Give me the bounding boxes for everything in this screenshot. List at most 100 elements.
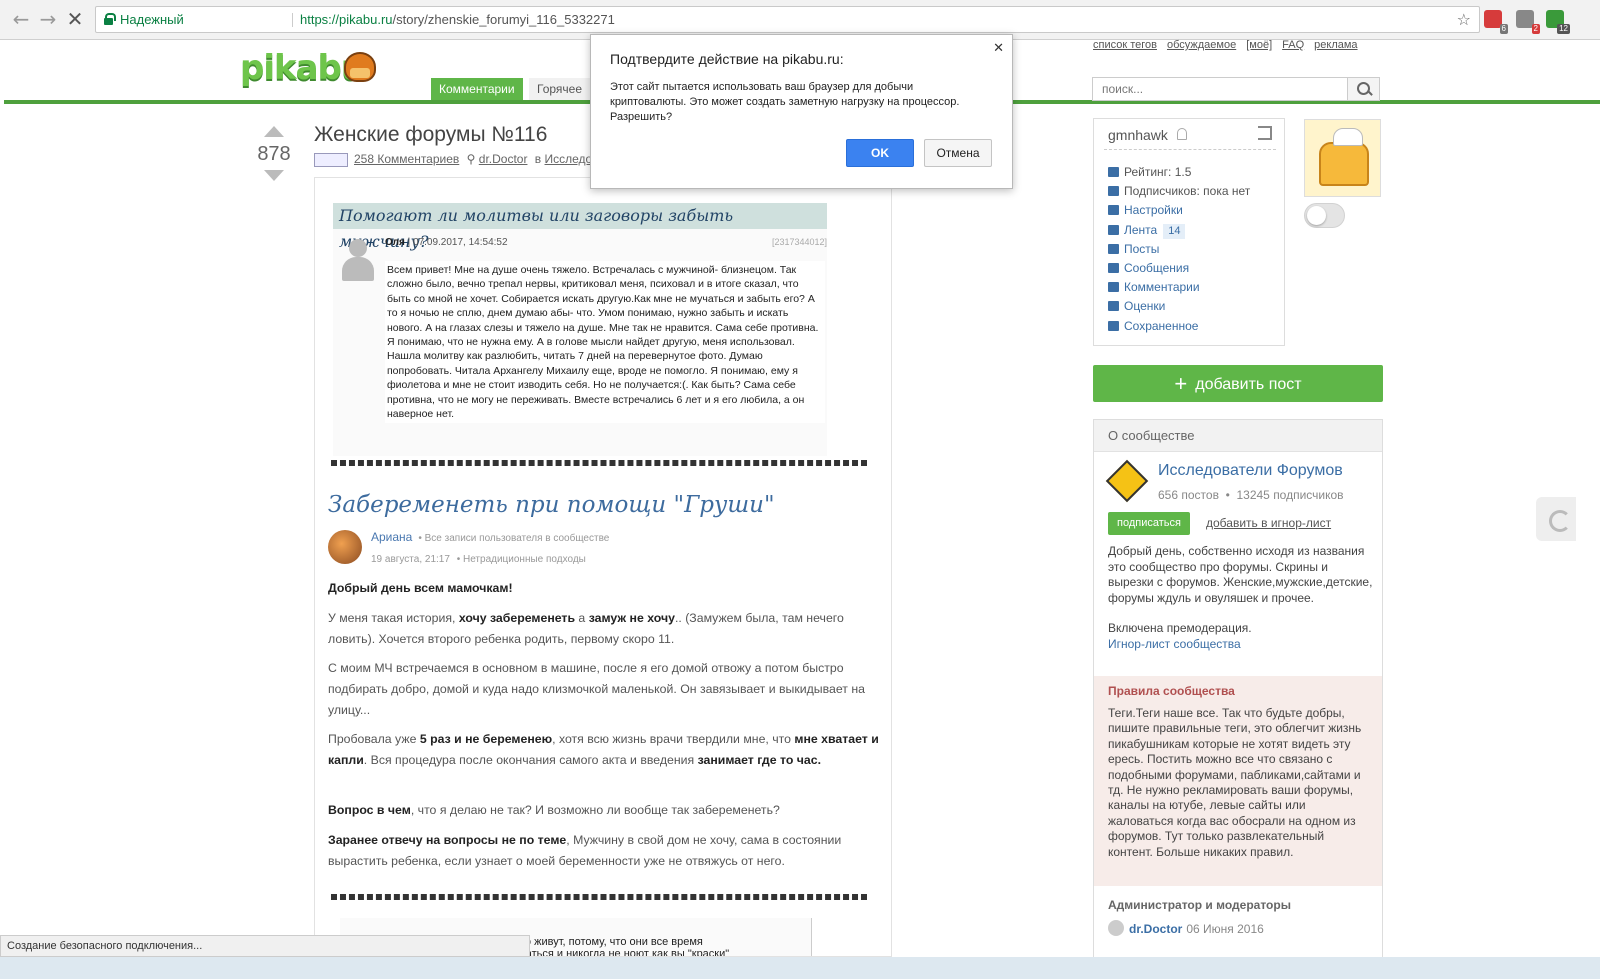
user-menu-rating: Рейтинг: 1.5 [1108,163,1250,182]
extension-badge: 12 [1557,24,1570,34]
tab-comments[interactable]: Комментарии [431,78,523,100]
community-description: Добрый день, собственно исходя из назван… [1108,544,1374,653]
feed-icon [1108,224,1119,235]
forum-text-line: ваться и никогда не ноют как вы "краски" [520,948,730,957]
forward-icon[interactable]: → [37,8,59,30]
warning-sign-icon [1105,459,1149,503]
divider [1104,149,1276,150]
divider [331,460,867,466]
forum-post-id: [2317344012] [771,237,827,247]
story-body: Помогают ли молитвы или заговоры забыть … [314,177,892,957]
avatar-placeholder-icon [339,237,377,285]
url-text: https://pikabu.ru/story/zhenskie_forumyi… [300,12,615,27]
theme-toggle[interactable] [1304,203,1345,228]
community-panel: О сообществе Исследователи Форумов 656 п… [1093,419,1383,959]
rules-text: Теги.Теги наше все. Так что будьте добры… [1108,706,1362,859]
user-icon: ⚲ [466,152,476,166]
forum-date: 19 августа, 21:17 • Нетрадиционные подхо… [371,554,586,565]
logout-icon[interactable] [1258,126,1272,140]
plus-icon: + [1174,371,1188,396]
separator [292,13,293,27]
paragraph: С моим МЧ встречаемся в основном в машин… [328,661,865,717]
user-menu-posts[interactable]: Посты [1108,240,1250,259]
cancel-button[interactable]: Отмена [924,139,992,167]
ok-button[interactable]: OK [846,139,914,167]
divider [331,894,867,900]
moderator-link[interactable]: dr.Doctor [1129,922,1182,936]
forum-author: Ариана • Все записи пользователя в сообще… [371,530,610,544]
forum-post-text: Всем привет! Мне на душе очень тяжело. В… [385,261,825,424]
community-name[interactable]: Исследователи Форумов [1158,462,1343,480]
link-ads[interactable]: реклама [1314,39,1357,51]
extension-icon[interactable]: 12 [1546,10,1570,34]
extension-icon[interactable]: 2 [1516,10,1540,34]
top-links: список тегов обсуждаемое [моё] FAQ реклама [1093,39,1368,51]
forum-screenshot-2: Забеременеть при помощи "Груши" Ариана • … [315,486,891,886]
ignore-list-link[interactable]: Игнор-лист сообщества [1108,637,1374,653]
user-panel: gmnhawk Рейтинг: 1.5 Подписчиков: пока н… [1093,118,1285,346]
adblock-extension-icon[interactable]: 6 [1484,10,1508,34]
forum-text-line: то живут, потому, что они все время [520,936,703,948]
secure-label: Надежный [120,12,184,27]
bell-icon[interactable] [1177,128,1187,140]
pikabu-logo[interactable]: pikabu [240,48,376,88]
subscribe-button[interactable]: подписаться [1108,512,1190,535]
address-bar[interactable]: Надежный https://pikabu.ru/story/zhenski… [95,6,1480,33]
close-icon[interactable]: ✕ [993,41,1004,56]
ignore-link[interactable]: добавить в игнор-лист [1206,516,1331,530]
user-menu-feed[interactable]: Лента 14 [1108,221,1250,240]
user-menu-subscribers: Подписчиков: пока нет [1108,182,1250,201]
username[interactable]: gmnhawk [1108,127,1168,143]
in-label: в [534,152,542,166]
user-menu-messages[interactable]: Сообщения [1108,259,1250,278]
lock-icon [104,13,116,25]
upvote-icon[interactable] [264,126,284,137]
rating-value: 878 [257,143,291,165]
moderator-row: dr.Doctor 06 Июня 2016 [1108,920,1264,936]
tab-hot[interactable]: Горячее [529,78,593,100]
triangle-icon [1108,301,1119,312]
avatar [328,530,362,564]
forum-user: Оля | 07.09.2017, 14:54:52 [385,237,508,248]
search-input[interactable]: поиск... [1092,77,1380,101]
rating-block: 878 [254,126,294,181]
comment-icon [1108,282,1119,293]
author-link[interactable]: dr.Doctor [479,152,528,166]
link-discussed[interactable]: обсуждаемое [1167,39,1236,51]
envelope-icon [1108,262,1119,273]
add-post-label: добавить пост [1195,376,1302,393]
add-post-button[interactable]: + добавить пост [1093,365,1383,402]
user-menu-votes[interactable]: Оценки [1108,297,1250,316]
downvote-icon[interactable] [264,170,284,181]
admins-title: Администратор и модераторы [1108,898,1291,912]
user-menu-comments[interactable]: Комментарии [1108,278,1250,297]
stop-icon[interactable]: ✕ [64,8,86,30]
refresh-icon[interactable] [1536,497,1576,541]
community-stats: 656 постов • 13245 подписчиков [1158,488,1344,502]
link-faq[interactable]: FAQ [1282,39,1304,51]
forum-screenshot-1: Помогают ли молитвы или заговоры забыть … [333,203,827,456]
user-menu-saved[interactable]: Сохраненное [1108,317,1250,336]
link-mine[interactable]: [моё] [1246,39,1272,51]
paragraph: Добрый день всем мамочкам! [328,581,513,595]
search-placeholder: поиск... [1102,82,1144,96]
moderator-avatar-icon [1108,920,1124,936]
back-icon[interactable]: ← [10,8,32,30]
extension-badge: 2 [1531,24,1540,34]
link-tag-list[interactable]: список тегов [1093,39,1157,51]
toast-avatar-icon [1319,142,1369,186]
forum-heading: Помогают ли молитвы или заговоры забыть … [333,203,827,251]
status-bar: Создание безопасного подключения... [0,935,530,957]
search-icon[interactable] [1347,78,1379,100]
comments-link[interactable]: 258 Комментариев [354,152,459,166]
bookmark-star-icon[interactable]: ☆ [1457,7,1471,32]
view-mode-icon[interactable] [314,152,348,167]
feed-count-badge: 14 [1163,223,1186,239]
save-icon [1108,320,1119,331]
paragraph: Пробовала уже 5 раз и не беременею, хотя… [328,732,879,767]
user-avatar[interactable] [1304,119,1381,197]
story-title[interactable]: Женские форумы №116 [314,123,547,147]
paragraph: У меня такая история, хочу забеременеть … [328,611,844,646]
paragraph: Заранее отвечу на вопросы не по теме, Му… [328,833,842,868]
user-menu-settings[interactable]: Настройки [1108,201,1250,220]
